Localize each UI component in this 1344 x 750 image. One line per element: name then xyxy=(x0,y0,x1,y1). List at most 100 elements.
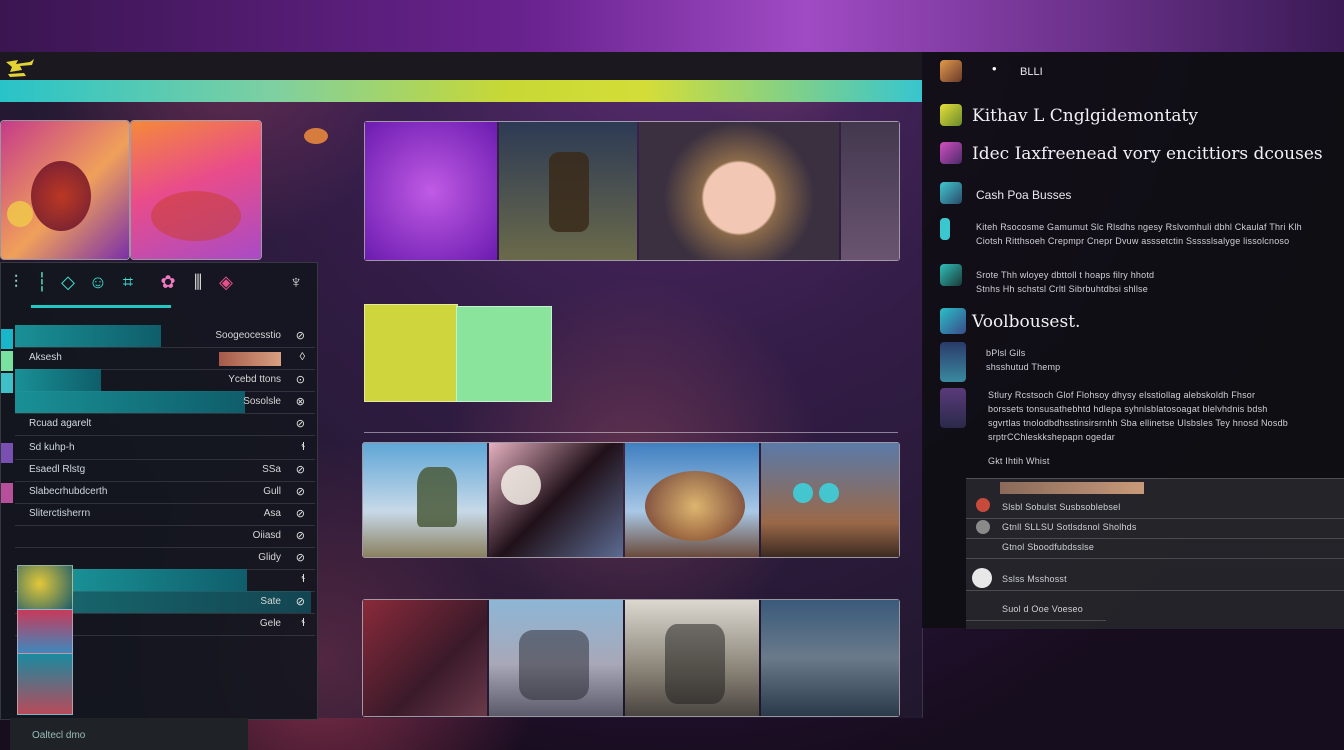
layer-action-icon[interactable]: ⊘ xyxy=(296,485,305,498)
body-text: Srote Thh wloyey dbttoll t hoaps filry h… xyxy=(976,270,1155,280)
layer-row[interactable]: Soogeocesstio ⊘ xyxy=(15,325,315,348)
section-icon xyxy=(940,142,962,164)
list-row-text: Sslss Msshosst xyxy=(1002,574,1067,584)
layer-row[interactable]: Sosolsle ⊗ xyxy=(15,391,315,414)
wing-icon[interactable]: ♆ xyxy=(285,271,307,293)
dot-icon: • xyxy=(992,61,997,76)
layer-row[interactable]: Aksesh ◊ xyxy=(15,347,315,370)
face-icon[interactable]: ☺ xyxy=(87,271,109,293)
row-icon xyxy=(940,264,962,286)
section-icon xyxy=(940,104,962,126)
layer-value: Ycebd ttons xyxy=(228,374,281,385)
featured-image-2[interactable] xyxy=(499,122,637,260)
layer-label: Sliterctisherrn xyxy=(29,508,91,519)
layer-color-chip xyxy=(1,443,13,463)
equalizer-icon[interactable]: ⫶ xyxy=(5,271,27,293)
section-heading: Voolbousest. xyxy=(972,312,1081,332)
row-avatar-icon xyxy=(976,520,990,534)
layer-action-icon[interactable]: ⊘ xyxy=(296,417,305,430)
layer-action-icon[interactable]: ɬ xyxy=(302,441,305,453)
list-row[interactable]: Gtnll SLLSU Sotlsdsnol Sholhds xyxy=(966,520,1344,539)
list-row[interactable]: Suol d Ooe Voeseo xyxy=(966,602,1106,621)
layer-action-icon[interactable]: ⊘ xyxy=(296,329,305,342)
layer-action-icon[interactable]: ◊ xyxy=(300,351,305,363)
gallery-image-6[interactable] xyxy=(489,600,623,716)
layer-action-icon[interactable]: ⊘ xyxy=(296,507,305,520)
layer-row[interactable]: Slabecrhubdcerth Gull ⊘ xyxy=(15,481,315,504)
section-heading: Idec Iaxfreenead vory encittiors dcouses xyxy=(972,144,1323,164)
panel-progress-bar xyxy=(31,305,171,308)
thumbnail-2[interactable] xyxy=(130,120,262,260)
row-avatar-icon xyxy=(972,568,992,588)
row-icon xyxy=(940,388,966,428)
body-text: Stnhs Hh schstsl Crltl Sibrbuhtdbsi shll… xyxy=(976,284,1148,294)
gallery-image-7[interactable] xyxy=(625,600,759,716)
section-icon xyxy=(940,308,966,334)
layer-thumb[interactable] xyxy=(17,653,73,715)
featured-image-4[interactable] xyxy=(841,122,899,260)
layer-label: Aksesh xyxy=(29,352,62,363)
layer-action-icon[interactable]: ⊘ xyxy=(296,551,305,564)
body-text: sgvrtlas tnolodbdhsstinsirsrnhh Sba elli… xyxy=(988,418,1288,428)
layer-row[interactable]: Oiiasd ⊘ xyxy=(15,525,315,548)
layer-row[interactable]: Ycebd ttons ⊙ xyxy=(15,369,315,392)
diamond-icon[interactable]: ◇ xyxy=(57,271,79,293)
play-icon[interactable]: ◈ xyxy=(215,271,237,293)
layer-value: SSa xyxy=(262,464,281,475)
list-text: bPlsl Gils xyxy=(986,348,1026,358)
layer-thumb[interactable] xyxy=(17,565,73,611)
color-swatch-green[interactable] xyxy=(456,306,552,402)
layer-value: Soogeocesstio xyxy=(215,330,281,341)
featured-image-1[interactable] xyxy=(365,122,497,260)
layer-label: Slabecrhubdcerth xyxy=(29,486,108,497)
layer-action-icon[interactable]: ɬ xyxy=(302,617,305,629)
gallery-image-5[interactable] xyxy=(363,600,487,716)
section-icon xyxy=(940,182,962,204)
list-row[interactable]: Gtnol Sboodfubdsslse xyxy=(966,540,1344,559)
list-row-text: Gtnol Sboodfubdsslse xyxy=(1002,542,1095,552)
layer-row[interactable]: Rcuad agarelt ⊘ xyxy=(15,413,315,436)
layer-action-icon[interactable]: ⊘ xyxy=(296,595,305,608)
layer-thumb[interactable] xyxy=(17,609,73,655)
body-text: borssets tonsusathebhtd hdlepa syhnlsbla… xyxy=(988,404,1268,414)
list-header-bar xyxy=(1000,482,1144,494)
room-backdrop xyxy=(0,0,1344,52)
gallery-image-4[interactable] xyxy=(761,443,899,557)
row-avatar-icon xyxy=(976,498,990,512)
layer-label: Rcuad agarelt xyxy=(29,418,92,429)
layer-action-icon[interactable]: ⊗ xyxy=(296,395,305,408)
inspector-panel: • BLLI Kithav L Cnglgidemontaty Idec Iax… xyxy=(922,52,1344,629)
thumbnail-1[interactable] xyxy=(0,120,130,260)
gallery-image-3[interactable] xyxy=(625,443,759,557)
layer-row[interactable]: Sd kuhp-h ɬ xyxy=(15,437,315,460)
layer-color-chip xyxy=(1,329,13,349)
layer-action-icon[interactable]: ⊘ xyxy=(296,529,305,542)
row-icon xyxy=(940,342,966,382)
list-row-text: Gtnll SLLSU Sotlsdsnol Sholhds xyxy=(1002,522,1137,532)
list-row[interactable]: Sslss Msshosst xyxy=(966,568,1344,591)
featured-image-strip[interactable] xyxy=(364,121,900,261)
gallery-image-8[interactable] xyxy=(761,600,899,716)
layer-value: Asa xyxy=(263,508,281,519)
bars-icon[interactable]: ┆ xyxy=(31,271,53,293)
list-row-text: Suol d Ooe Voeseo xyxy=(1002,604,1083,614)
app-logo-icon[interactable] xyxy=(4,56,36,78)
layer-color-chip xyxy=(1,351,13,371)
featured-image-3[interactable] xyxy=(639,122,839,260)
list-row[interactable]: Slsbl Sobulst Susbsoblebsel xyxy=(966,498,1344,519)
layer-action-icon[interactable]: ⊘ xyxy=(296,463,305,476)
layer-label: Esaedl Rlstg xyxy=(29,464,86,475)
layer-action-icon[interactable]: ⊙ xyxy=(296,373,305,386)
gallery-image-1[interactable] xyxy=(363,443,487,557)
title-bar xyxy=(0,52,922,80)
layer-row[interactable]: Esaedl Rlstg SSa ⊘ xyxy=(15,459,315,482)
gallery-image-2[interactable] xyxy=(489,443,623,557)
tag-icon[interactable]: ⌗ xyxy=(117,271,139,293)
user-avatar-icon[interactable] xyxy=(940,60,962,82)
section-heading: Kithav L Cnglgidemontaty xyxy=(972,106,1198,126)
character-icon[interactable]: ✿ xyxy=(157,271,179,293)
split-icon[interactable]: ⫼ xyxy=(187,271,209,293)
layer-row[interactable]: Sliterctisherrn Asa ⊘ xyxy=(15,503,315,526)
color-swatch-yellow[interactable] xyxy=(364,304,458,402)
layer-action-icon[interactable]: ɬ xyxy=(302,573,305,585)
